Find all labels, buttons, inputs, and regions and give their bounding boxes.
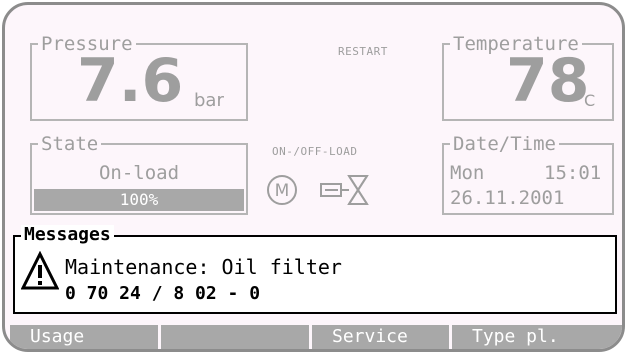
valve-icon (320, 175, 369, 205)
softkey-bar: Usage Service Type pl. (10, 325, 622, 349)
datetime-panel: Date/Time Mon 15:01 26.11.2001 (442, 134, 614, 215)
message-code: 0 70 24 / 8 02 - 0 (65, 283, 261, 304)
type-plate-softkey[interactable]: Type pl. (452, 325, 622, 349)
motor-icon: M (267, 175, 297, 205)
datetime-time: 15:01 (544, 162, 602, 184)
messages-legend: Messages (21, 225, 114, 245)
controller-display: Pressure 7.6 bar RESTART Temperature 78 … (2, 2, 625, 352)
on-off-load-label: ON-/OFF-LOAD (272, 145, 358, 158)
restart-label: RESTART (338, 45, 388, 58)
state-value: On-load (98, 162, 180, 184)
motor-symbol: M (275, 181, 290, 201)
load-progress-bar: 100% (34, 189, 244, 211)
temperature-panel: Temperature 78 °C (442, 34, 614, 121)
datetime-legend: Date/Time (450, 134, 559, 154)
warning-icon (21, 251, 59, 290)
usage-softkey[interactable]: Usage (10, 325, 158, 349)
load-progress-label: 100% (119, 190, 159, 209)
pressure-unit: bar (194, 90, 224, 111)
datetime-date: 26.11.2001 (450, 187, 565, 209)
state-panel: State On-load 100% (30, 134, 248, 215)
pressure-panel: Pressure 7.6 bar (30, 34, 248, 121)
messages-panel: Messages Maintenance: Oil filter 0 70 24… (13, 225, 617, 314)
service-softkey[interactable]: Service (312, 325, 449, 349)
message-text: Maintenance: Oil filter (65, 255, 342, 279)
temperature-unit: °C (576, 91, 596, 110)
pressure-value: 7.6 (77, 46, 184, 116)
state-legend: State (38, 134, 102, 154)
blank-softkey[interactable] (161, 325, 309, 349)
datetime-day: Mon (450, 162, 485, 184)
